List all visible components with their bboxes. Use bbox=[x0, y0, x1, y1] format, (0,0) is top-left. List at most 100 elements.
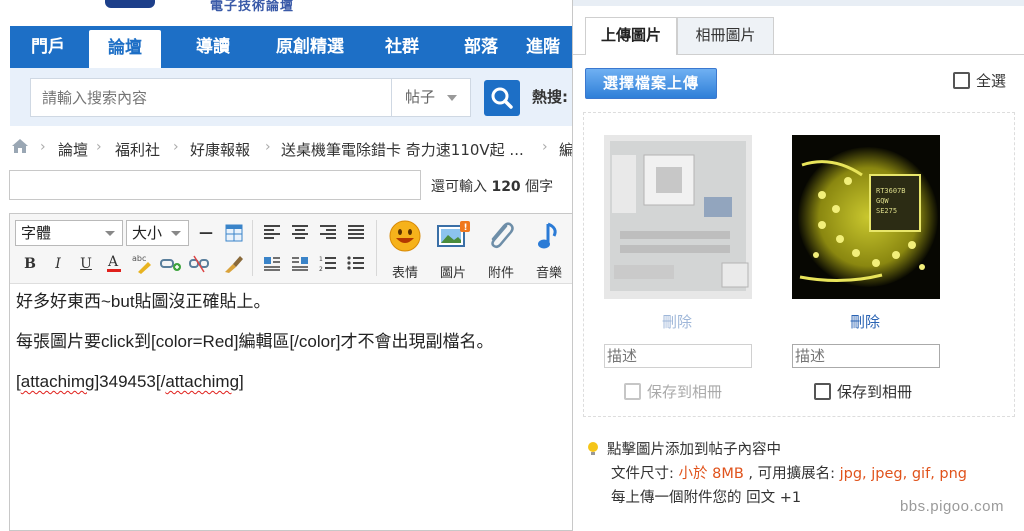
svg-text:A: A bbox=[107, 254, 119, 270]
font-size-select[interactable]: 大小 bbox=[126, 220, 189, 246]
checkbox[interactable] bbox=[814, 383, 831, 400]
search-bar: 帖子 熱搜: bbox=[10, 68, 572, 126]
tab-upload-image[interactable]: 上傳圖片 bbox=[585, 17, 677, 55]
breadcrumb-item-forum[interactable]: 論壇 bbox=[58, 139, 88, 160]
svg-text:2: 2 bbox=[319, 266, 323, 272]
breadcrumb-item-edit: 編 bbox=[559, 141, 572, 159]
highlight-icon[interactable]: abc bbox=[132, 252, 152, 274]
unlink-icon[interactable] bbox=[188, 254, 209, 274]
float-left-icon[interactable] bbox=[262, 254, 282, 274]
image-thumbnail-chip[interactable]: RT3607B GQW SE275 bbox=[792, 135, 940, 299]
music-button[interactable]: 音樂 bbox=[530, 220, 568, 281]
site-watermark: bbs.pigoo.com bbox=[899, 498, 1004, 515]
bold-icon[interactable]: B bbox=[20, 254, 40, 274]
post-editor: 字體 大小 — B I U A abc 1 2 表情 ! 圖片 附件 音樂 好多… bbox=[9, 213, 572, 531]
insert-image-button[interactable]: ! 圖片 bbox=[434, 220, 472, 281]
align-center-icon[interactable] bbox=[290, 223, 310, 243]
toolbar-divider bbox=[376, 220, 377, 276]
breadcrumb: › 論壇 › 福利社 › 好康報報 › 送桌機筆電除錯卡 奇力速110V起 ..… bbox=[10, 134, 572, 162]
picture-icon: ! bbox=[437, 221, 470, 247]
paperclip-icon bbox=[491, 222, 514, 249]
nav-item-original[interactable]: 原創精選 bbox=[256, 26, 364, 68]
align-right-icon[interactable] bbox=[318, 223, 338, 243]
image-upload-dialog: 上傳圖片 相冊圖片 選擇檔案上傳 全選 RT3607B GQW SE275 刪除… bbox=[572, 0, 1024, 531]
nav-item-community[interactable]: 社群 bbox=[370, 26, 434, 68]
title-char-counter: 還可輸入 120 個字 bbox=[431, 179, 554, 195]
home-icon[interactable] bbox=[10, 136, 30, 160]
underline-icon[interactable]: U bbox=[76, 254, 96, 274]
breadcrumb-separator: › bbox=[173, 139, 179, 155]
spellcheck-word: attachimg bbox=[165, 372, 240, 391]
smiley-icon bbox=[389, 220, 421, 252]
site-logo[interactable] bbox=[105, 0, 155, 8]
allowed-extensions: jpg, jpeg, gif, png bbox=[839, 466, 968, 482]
search-scope-value: 帖子 bbox=[405, 88, 436, 106]
search-button[interactable] bbox=[484, 80, 520, 116]
emoji-button[interactable]: 表情 bbox=[386, 220, 424, 281]
spellcheck-word: attachimg bbox=[20, 372, 95, 391]
italic-icon[interactable]: I bbox=[48, 254, 68, 274]
nav-item-blog[interactable]: 部落 bbox=[448, 26, 514, 68]
hot-search-label: 熱搜: bbox=[532, 88, 568, 106]
image-thumbnail-motherboard[interactable] bbox=[604, 135, 752, 299]
svg-text:!: ! bbox=[464, 223, 468, 233]
svg-text:SE275: SE275 bbox=[876, 207, 897, 215]
align-left-icon[interactable] bbox=[262, 223, 282, 243]
chevron-down-icon bbox=[447, 95, 457, 101]
choose-file-upload-button[interactable]: 選擇檔案上傳 bbox=[585, 68, 717, 99]
nav-item-portal[interactable]: 門戶 bbox=[10, 26, 86, 68]
breadcrumb-separator: › bbox=[542, 139, 548, 155]
search-input[interactable] bbox=[30, 78, 392, 117]
editor-content-area[interactable]: 好多好東西~but貼圖沒正確貼上。 每張圖片要click到[color=Red]… bbox=[10, 285, 572, 530]
font-family-select[interactable]: 字體 bbox=[15, 220, 123, 246]
checkbox[interactable] bbox=[953, 72, 970, 89]
breadcrumb-item-thread[interactable]: 送桌機筆電除錯卡 奇力速110V起 ... bbox=[281, 139, 524, 160]
search-icon bbox=[491, 87, 513, 109]
chevron-down-icon bbox=[171, 231, 181, 236]
ordered-list-icon[interactable]: 12 bbox=[318, 254, 338, 274]
breadcrumb-item-deals[interactable]: 好康報報 bbox=[190, 139, 250, 160]
image-description-input[interactable] bbox=[792, 344, 940, 368]
horizontal-rule-icon[interactable]: — bbox=[196, 223, 216, 243]
align-justify-icon[interactable] bbox=[346, 223, 366, 243]
editor-line: 好多好東西~but貼圖沒正確貼上。 bbox=[16, 292, 271, 311]
svg-text:abc: abc bbox=[132, 254, 146, 263]
insert-link-icon[interactable] bbox=[160, 254, 181, 274]
checkbox[interactable] bbox=[624, 383, 641, 400]
site-logo-caption: 電子技術論壇 bbox=[210, 0, 295, 14]
svg-text:GQW: GQW bbox=[876, 197, 889, 205]
svg-text:1: 1 bbox=[319, 256, 323, 263]
music-note-icon bbox=[538, 222, 557, 249]
select-all-checkbox[interactable]: 全選 bbox=[953, 70, 1006, 91]
delete-image-link[interactable]: 刪除 bbox=[662, 311, 692, 332]
editor-line: [attachimg]349453[/attachimg] bbox=[16, 372, 244, 391]
dialog-header-strip bbox=[573, 0, 1024, 6]
float-right-icon[interactable] bbox=[290, 254, 310, 274]
editor-toolbar: 字體 大小 — B I U A abc 1 2 表情 ! 圖片 附件 音樂 bbox=[10, 214, 572, 284]
image-description-input[interactable] bbox=[604, 344, 752, 368]
save-to-album-checkbox[interactable]: 保存到相冊 bbox=[624, 381, 722, 402]
breadcrumb-separator: › bbox=[40, 139, 46, 155]
max-file-size: 小於 8MB bbox=[678, 466, 744, 482]
nav-item-guide[interactable]: 導讀 bbox=[176, 26, 250, 68]
font-color-icon[interactable]: A bbox=[104, 252, 124, 272]
bullet-list-icon[interactable] bbox=[346, 254, 366, 274]
attachment-button[interactable]: 附件 bbox=[482, 220, 520, 281]
editor-line: 每張圖片要click到[color=Red]編輯區[/color]才不會出現副檔… bbox=[16, 332, 494, 351]
forum-page: 電子技術論壇 門戶 論壇 導讀 原創精選 社群 部落 進階 帖子 熱搜: › 論… bbox=[0, 0, 572, 531]
clear-format-icon[interactable] bbox=[222, 252, 243, 273]
breadcrumb-item-welfare[interactable]: 福利社 bbox=[115, 139, 160, 160]
lightbulb-icon bbox=[588, 442, 598, 455]
remaining-count: 120 bbox=[491, 179, 521, 195]
post-title-input[interactable] bbox=[9, 170, 421, 200]
nav-item-forum[interactable]: 論壇 bbox=[89, 30, 161, 70]
tab-album-image[interactable]: 相冊圖片 bbox=[677, 17, 774, 54]
main-nav: 門戶 論壇 導讀 原創精選 社群 部落 進階 bbox=[10, 26, 572, 70]
delete-image-link[interactable]: 刪除 bbox=[850, 311, 880, 332]
breadcrumb-separator: › bbox=[265, 139, 271, 155]
search-scope-select[interactable]: 帖子 bbox=[391, 78, 471, 117]
save-to-album-checkbox[interactable]: 保存到相冊 bbox=[814, 381, 912, 402]
breadcrumb-separator: › bbox=[96, 139, 102, 155]
table-icon[interactable] bbox=[224, 223, 244, 243]
nav-item-advanced[interactable]: 進階 bbox=[526, 26, 572, 68]
